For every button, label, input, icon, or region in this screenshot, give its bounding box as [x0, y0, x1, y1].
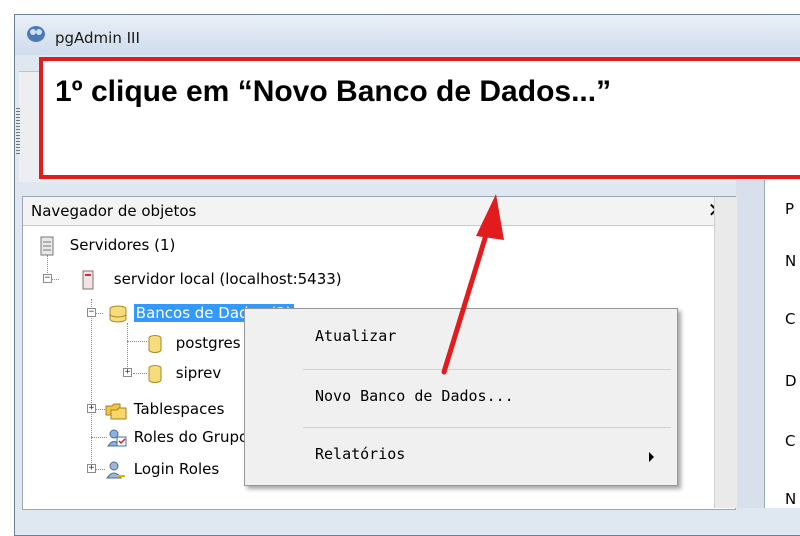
annotation-arrow — [441, 194, 504, 375]
